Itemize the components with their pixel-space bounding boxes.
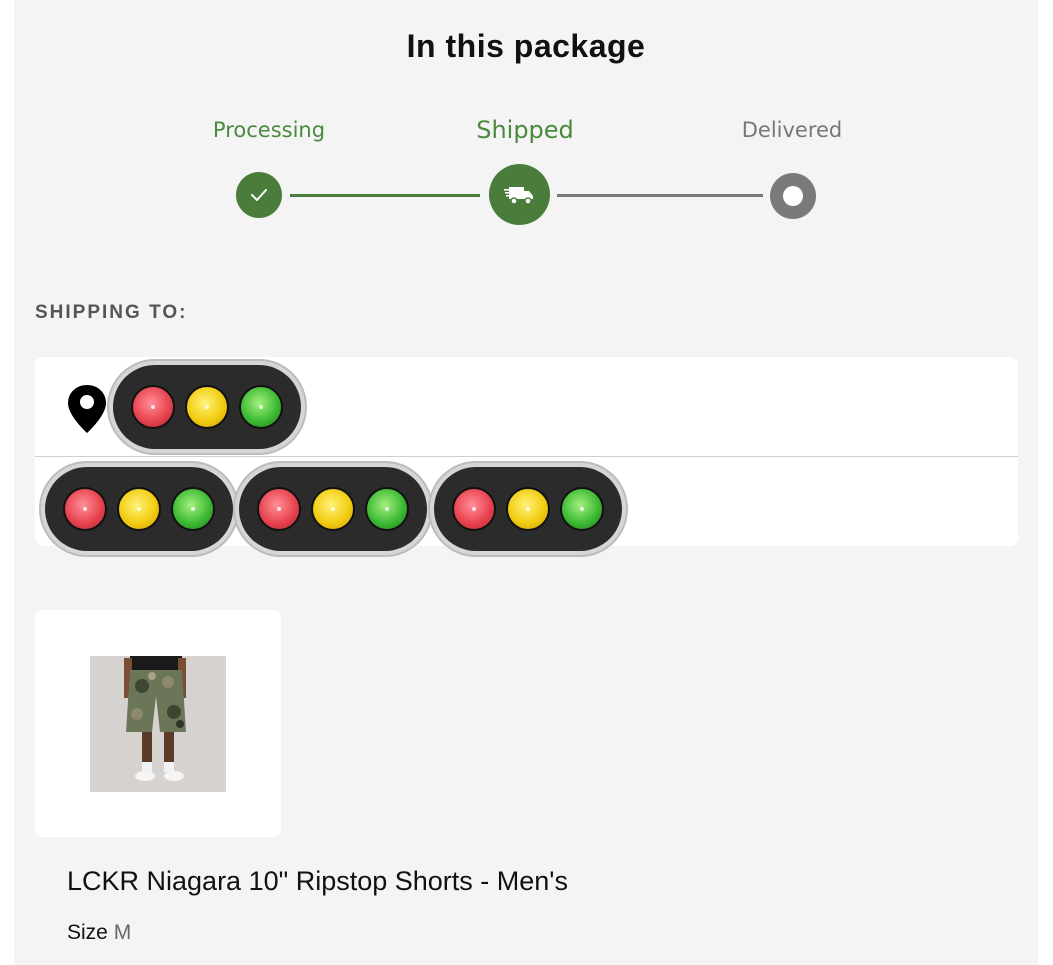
step-label-processing: Processing — [212, 118, 326, 142]
step-label-delivered: Delivered — [741, 118, 843, 142]
size-label: Size — [67, 921, 108, 944]
truck-icon — [503, 186, 533, 205]
package-panel: In this package Processing Shipped Deliv… — [14, 0, 1038, 965]
traffic-light-icon — [39, 461, 239, 557]
traffic-light-icon — [428, 461, 628, 557]
step-node-delivered — [770, 173, 816, 219]
product-card[interactable] — [35, 610, 281, 837]
step-node-processing — [236, 172, 282, 218]
product-name[interactable]: LCKR Niagara 10" Ripstop Shorts - Men's — [67, 866, 568, 897]
step-node-shipped — [489, 164, 550, 225]
size-value: M — [113, 921, 132, 944]
page-title: In this package — [406, 28, 646, 64]
shipping-address-card — [35, 357, 1018, 557]
shipping-heading: SHIPPING TO: — [35, 302, 188, 323]
check-icon — [251, 189, 267, 201]
product-image[interactable] — [90, 656, 226, 792]
traffic-light-icon — [233, 461, 433, 557]
step-label-shipped: Shipped — [476, 116, 574, 144]
product-size: Size M — [67, 921, 131, 945]
location-pin-icon — [68, 385, 106, 433]
circle-icon — [783, 186, 803, 206]
shorts-photo-icon — [90, 656, 226, 792]
address-divider — [35, 456, 1018, 457]
progress-line-incomplete — [557, 194, 763, 197]
progress-line-complete — [290, 194, 480, 197]
traffic-light-icon — [107, 359, 307, 455]
